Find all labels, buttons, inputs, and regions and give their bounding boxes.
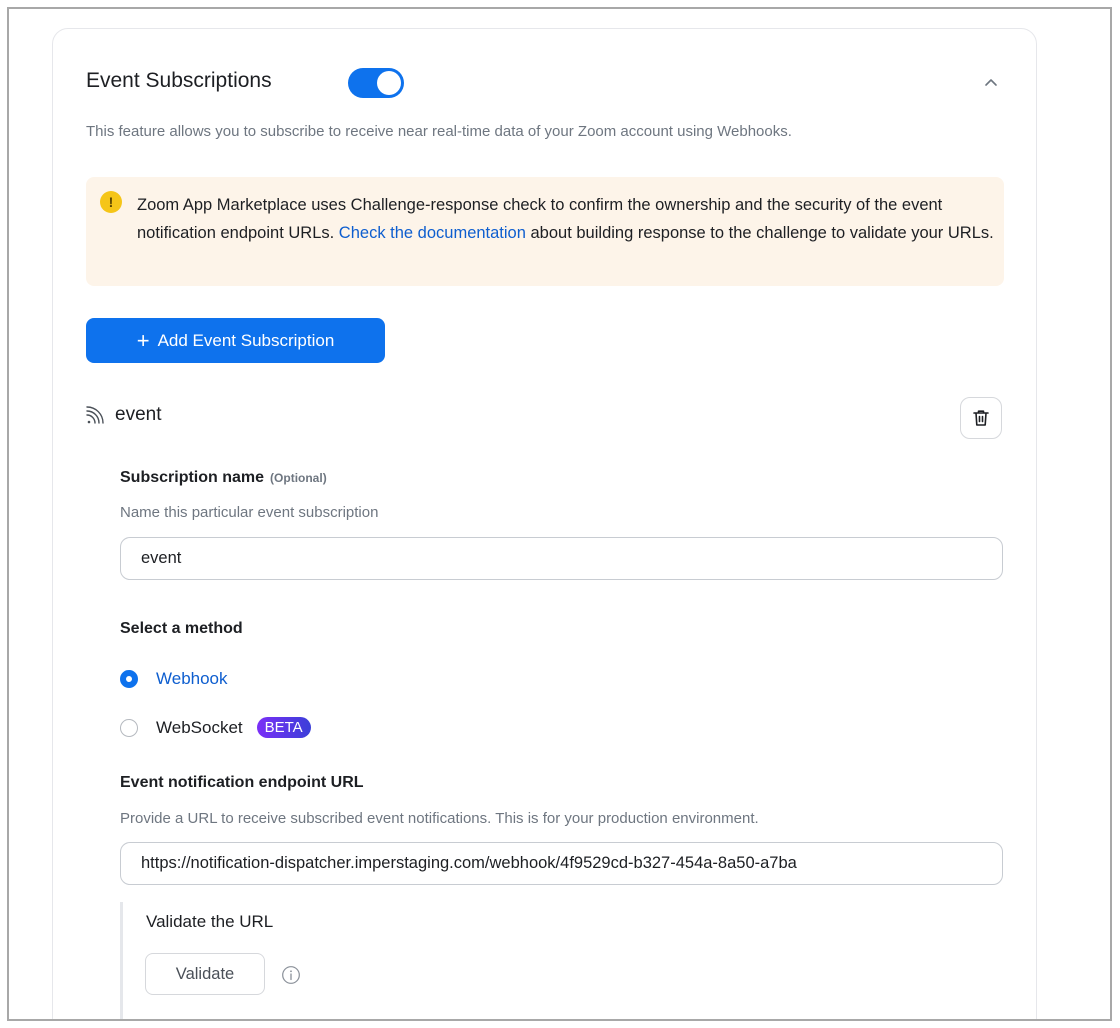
screenshot-frame: Event Subscriptions This feature allows … <box>7 7 1112 1021</box>
optional-tag: (Optional) <box>270 471 327 485</box>
subscription-title: event <box>115 404 162 425</box>
rss-icon <box>86 406 104 424</box>
notice-text-after: about building response to the challenge… <box>525 224 994 242</box>
validate-divider <box>120 902 123 1019</box>
endpoint-url-input[interactable]: https://notification-dispatcher.impersta… <box>120 842 1003 885</box>
method-option-websocket[interactable]: WebSocket BETA <box>120 717 311 738</box>
endpoint-url-helper: Provide a URL to receive subscribed even… <box>120 810 759 827</box>
toggle-knob <box>377 71 401 95</box>
subscription-name-input[interactable]: event <box>120 537 1003 580</box>
subscription-name-helper: Name this particular event subscription <box>120 504 379 521</box>
section-description: This feature allows you to subscribe to … <box>86 123 792 140</box>
documentation-link[interactable]: Check the documentation <box>339 224 526 242</box>
subscription-name-label: Subscription name (Optional) <box>120 469 327 487</box>
delete-subscription-button[interactable] <box>960 397 1002 439</box>
plus-icon: + <box>136 327 150 353</box>
add-event-subscription-button[interactable]: + Add Event Subscription <box>86 318 385 363</box>
section-title: Event Subscriptions <box>86 69 272 92</box>
event-subscriptions-card: Event Subscriptions This feature allows … <box>52 28 1037 1019</box>
validate-url-title: Validate the URL <box>146 912 274 931</box>
trash-icon <box>973 410 989 426</box>
notice-message: Zoom App Marketplace uses Challenge-resp… <box>137 191 997 247</box>
event-subscriptions-toggle[interactable] <box>348 68 404 98</box>
webhook-radio[interactable] <box>120 670 138 688</box>
chevron-up-icon[interactable] <box>980 73 1002 91</box>
method-option-webhook[interactable]: Webhook <box>120 669 228 689</box>
challenge-notice: ! Zoom App Marketplace uses Challenge-re… <box>86 177 1004 286</box>
subscription-header: event <box>83 403 161 427</box>
select-method-label: Select a method <box>120 620 243 637</box>
websocket-label: WebSocket <box>156 717 243 737</box>
validate-button[interactable]: Validate <box>145 953 265 995</box>
add-event-subscription-label: Add Event Subscription <box>157 330 335 350</box>
info-icon[interactable] <box>281 965 301 985</box>
beta-badge: BETA <box>256 717 311 738</box>
subscription-name-label-text: Subscription name <box>120 469 265 486</box>
websocket-radio[interactable] <box>120 718 138 737</box>
warning-icon: ! <box>100 191 122 213</box>
webhook-label: Webhook <box>156 669 228 688</box>
endpoint-url-label: Event notification endpoint URL <box>120 774 364 791</box>
